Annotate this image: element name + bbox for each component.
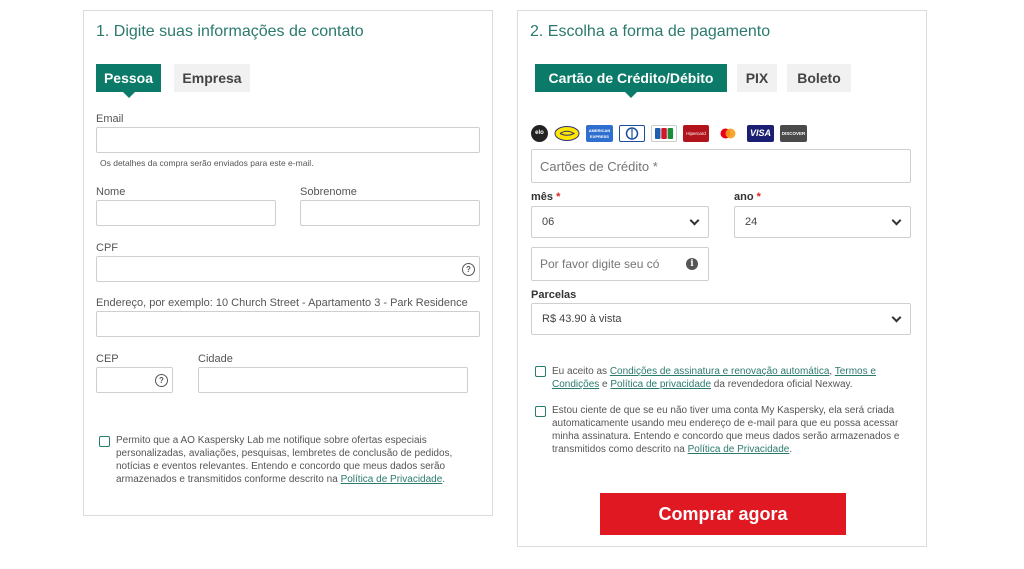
elo-logo-text: elo bbox=[535, 130, 544, 136]
account-notice-checkbox[interactable] bbox=[535, 406, 546, 417]
american-express-logo-icon: AMERICAN EXPRESS bbox=[586, 125, 613, 142]
terms-text: Eu aceito as Condições de assinatura e r… bbox=[552, 365, 897, 391]
cpf-help-icon[interactable]: ? bbox=[462, 263, 475, 276]
tab-boleto[interactable]: Boleto bbox=[787, 64, 851, 92]
hipercard-logo-icon: Hipercard bbox=[683, 125, 709, 142]
first-name-field[interactable] bbox=[96, 200, 276, 226]
month-required-mark: * bbox=[556, 191, 561, 203]
privacy-policy-link[interactable]: Política de Privacidade bbox=[341, 474, 443, 485]
elo-logo-icon: elo bbox=[531, 125, 548, 142]
amex-logo-text: AMERICAN EXPRESS bbox=[588, 128, 611, 139]
email-label: Email bbox=[96, 113, 124, 125]
discover-logo-text: DISCOVER bbox=[781, 131, 806, 136]
installments-label: Parcelas bbox=[531, 289, 577, 301]
tab-person[interactable]: Pessoa bbox=[96, 64, 161, 98]
address-field[interactable] bbox=[96, 311, 480, 337]
account-notice-text: Estou ciente de que se eu não tiver uma … bbox=[552, 404, 912, 456]
contact-title: 1. Digite suas informações de contato bbox=[96, 23, 364, 40]
terms-and: e bbox=[599, 379, 611, 390]
last-name-field[interactable] bbox=[300, 200, 480, 226]
installments-select-value: R$ 43.90 à vista bbox=[542, 313, 622, 325]
terms-suffix: da revendedora oficial Nexway. bbox=[711, 379, 853, 390]
tab-company[interactable]: Empresa bbox=[174, 64, 250, 92]
email-hint: Os detalhes da compra serão enviados par… bbox=[100, 158, 314, 168]
account-notice-end: . bbox=[789, 444, 793, 455]
marketing-consent-checkbox[interactable] bbox=[99, 436, 110, 447]
privacy-policy-link[interactable]: Política de privacidade bbox=[610, 379, 711, 390]
year-select[interactable]: 24 bbox=[734, 206, 911, 238]
address-label: Endereço, por exemplo: 10 Church Street … bbox=[96, 297, 468, 309]
city-field[interactable] bbox=[198, 367, 468, 393]
year-label: ano * bbox=[734, 191, 761, 203]
year-select-value: 24 bbox=[745, 216, 758, 228]
cep-label: CEP bbox=[96, 353, 119, 365]
cpf-label: CPF bbox=[96, 242, 118, 254]
terms-checkbox[interactable] bbox=[535, 366, 546, 377]
marketing-consent-text: Permito que a AO Kaspersky Lab me notifi… bbox=[116, 434, 461, 486]
year-label-text: ano bbox=[734, 191, 754, 203]
tab-pix-label: PIX bbox=[745, 70, 769, 86]
tab-boleto-label: Boleto bbox=[797, 70, 841, 86]
marketing-consent-end: . bbox=[442, 474, 446, 485]
first-name-label: Nome bbox=[96, 186, 126, 198]
tab-credit-card-label: Cartão de Crédito/Débito bbox=[548, 70, 714, 86]
terms-prefix: Eu aceito as bbox=[552, 366, 610, 377]
payment-panel: 2. Escolha a forma de pagamento Cartão d… bbox=[517, 10, 927, 547]
tab-credit-card[interactable]: Cartão de Crédito/Débito bbox=[535, 64, 727, 98]
mercado-pago-logo-icon bbox=[554, 125, 580, 142]
tab-pix[interactable]: PIX bbox=[737, 64, 777, 92]
month-select[interactable]: 06 bbox=[531, 206, 709, 238]
chevron-down-icon bbox=[891, 215, 902, 226]
month-label: mês * bbox=[531, 191, 560, 203]
tab-active-caret bbox=[122, 92, 135, 98]
visa-logo-icon: VISA bbox=[747, 125, 774, 142]
chevron-down-icon bbox=[891, 312, 902, 323]
diners-logo-icon bbox=[619, 125, 645, 142]
email-field[interactable] bbox=[96, 127, 480, 153]
last-name-label: Sobrenome bbox=[300, 186, 357, 198]
mastercard-logo-icon bbox=[715, 125, 741, 142]
month-label-text: mês bbox=[531, 191, 554, 203]
cvv-field[interactable] bbox=[531, 247, 709, 281]
jcb-logo-icon bbox=[651, 125, 677, 142]
year-required-mark: * bbox=[756, 191, 761, 203]
cep-help-icon[interactable]: ? bbox=[155, 374, 168, 387]
tab-person-label: Pessoa bbox=[103, 70, 154, 86]
tab-active-caret bbox=[625, 92, 637, 98]
contact-panel: 1. Digite suas informações de contato Pe… bbox=[83, 10, 493, 516]
month-select-value: 06 bbox=[542, 216, 555, 228]
cpf-field[interactable] bbox=[96, 256, 480, 282]
installments-select[interactable]: R$ 43.90 à vista bbox=[531, 303, 911, 335]
privacy-policy-link[interactable]: Política de Privacidade bbox=[688, 444, 790, 455]
tab-company-label: Empresa bbox=[182, 70, 242, 86]
cvv-info-icon[interactable]: i bbox=[686, 258, 698, 270]
city-label: Cidade bbox=[198, 353, 233, 365]
payment-title: 2. Escolha a forma de pagamento bbox=[530, 23, 771, 40]
hipercard-logo-text: Hipercard bbox=[686, 131, 706, 136]
discover-logo-icon: DISCOVER bbox=[780, 125, 807, 142]
visa-logo-text: VISA bbox=[749, 128, 771, 138]
buy-now-button[interactable]: Comprar agora bbox=[600, 493, 846, 535]
subscription-conditions-link[interactable]: Condições de assinatura e renovação auto… bbox=[610, 366, 830, 377]
chevron-down-icon bbox=[689, 215, 700, 226]
card-number-field[interactable] bbox=[531, 149, 911, 183]
